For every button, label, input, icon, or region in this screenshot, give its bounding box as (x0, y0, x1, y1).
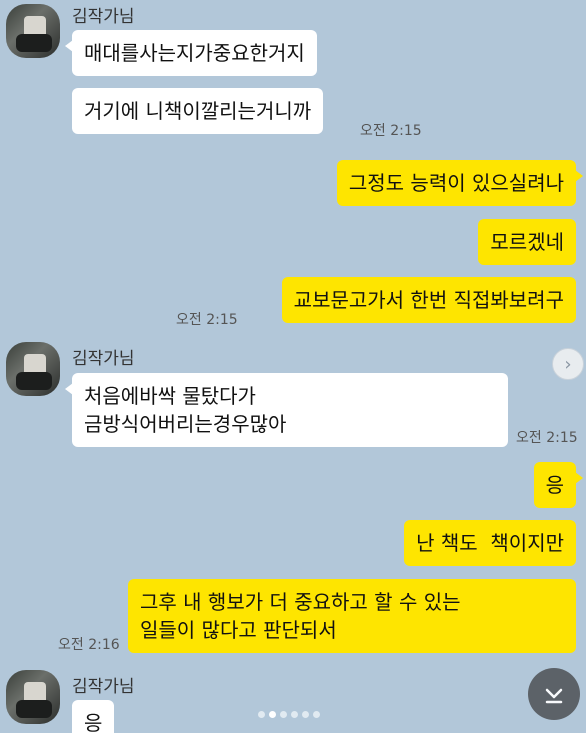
message-time: 오전 2:15 (176, 312, 238, 328)
message-bubble-outgoing[interactable]: 그후 내 행보가 더 중요하고 할 수 있는 일들이 많다고 판단되서 (128, 579, 576, 653)
message-bubble-outgoing[interactable]: 그정도 능력이 있으실려나 (336, 160, 584, 206)
avatar[interactable] (6, 342, 60, 396)
message-bubble-incoming[interactable]: 매대를사는지가중요한거지 (65, 30, 317, 76)
avatar[interactable] (6, 670, 60, 724)
message-time: 오전 2:15 (516, 430, 578, 446)
message-bubble-incoming[interactable]: 거기에 니책이깔리는거니까 (72, 88, 324, 134)
message-bubble-outgoing[interactable]: 난 책도 책이지만 (404, 520, 576, 566)
message-time: 오전 2:16 (58, 637, 120, 653)
message-bubble-incoming[interactable]: 응 (72, 700, 115, 733)
avatar[interactable] (6, 4, 60, 58)
chevron-right-icon[interactable]: › (552, 348, 584, 380)
message-bubble-outgoing[interactable]: 모르겠네 (478, 219, 576, 265)
message-bubble-outgoing[interactable]: 교보문고가서 한번 직접봐보려구 (281, 277, 576, 323)
message-time: 오전 2:15 (360, 123, 422, 139)
scroll-to-bottom-button[interactable] (528, 668, 580, 720)
arrow-down-to-line-icon (545, 688, 563, 704)
sender-name: 김작가님 (72, 349, 135, 369)
message-bubble-incoming[interactable]: 처음에바싹 물탔다가 금방식어버리는경우많아 (65, 373, 508, 447)
sender-name: 김작가님 (72, 677, 135, 697)
message-bubble-outgoing[interactable]: 응 (533, 462, 584, 508)
sender-name: 김작가님 (72, 7, 135, 27)
page-indicator (258, 711, 320, 718)
